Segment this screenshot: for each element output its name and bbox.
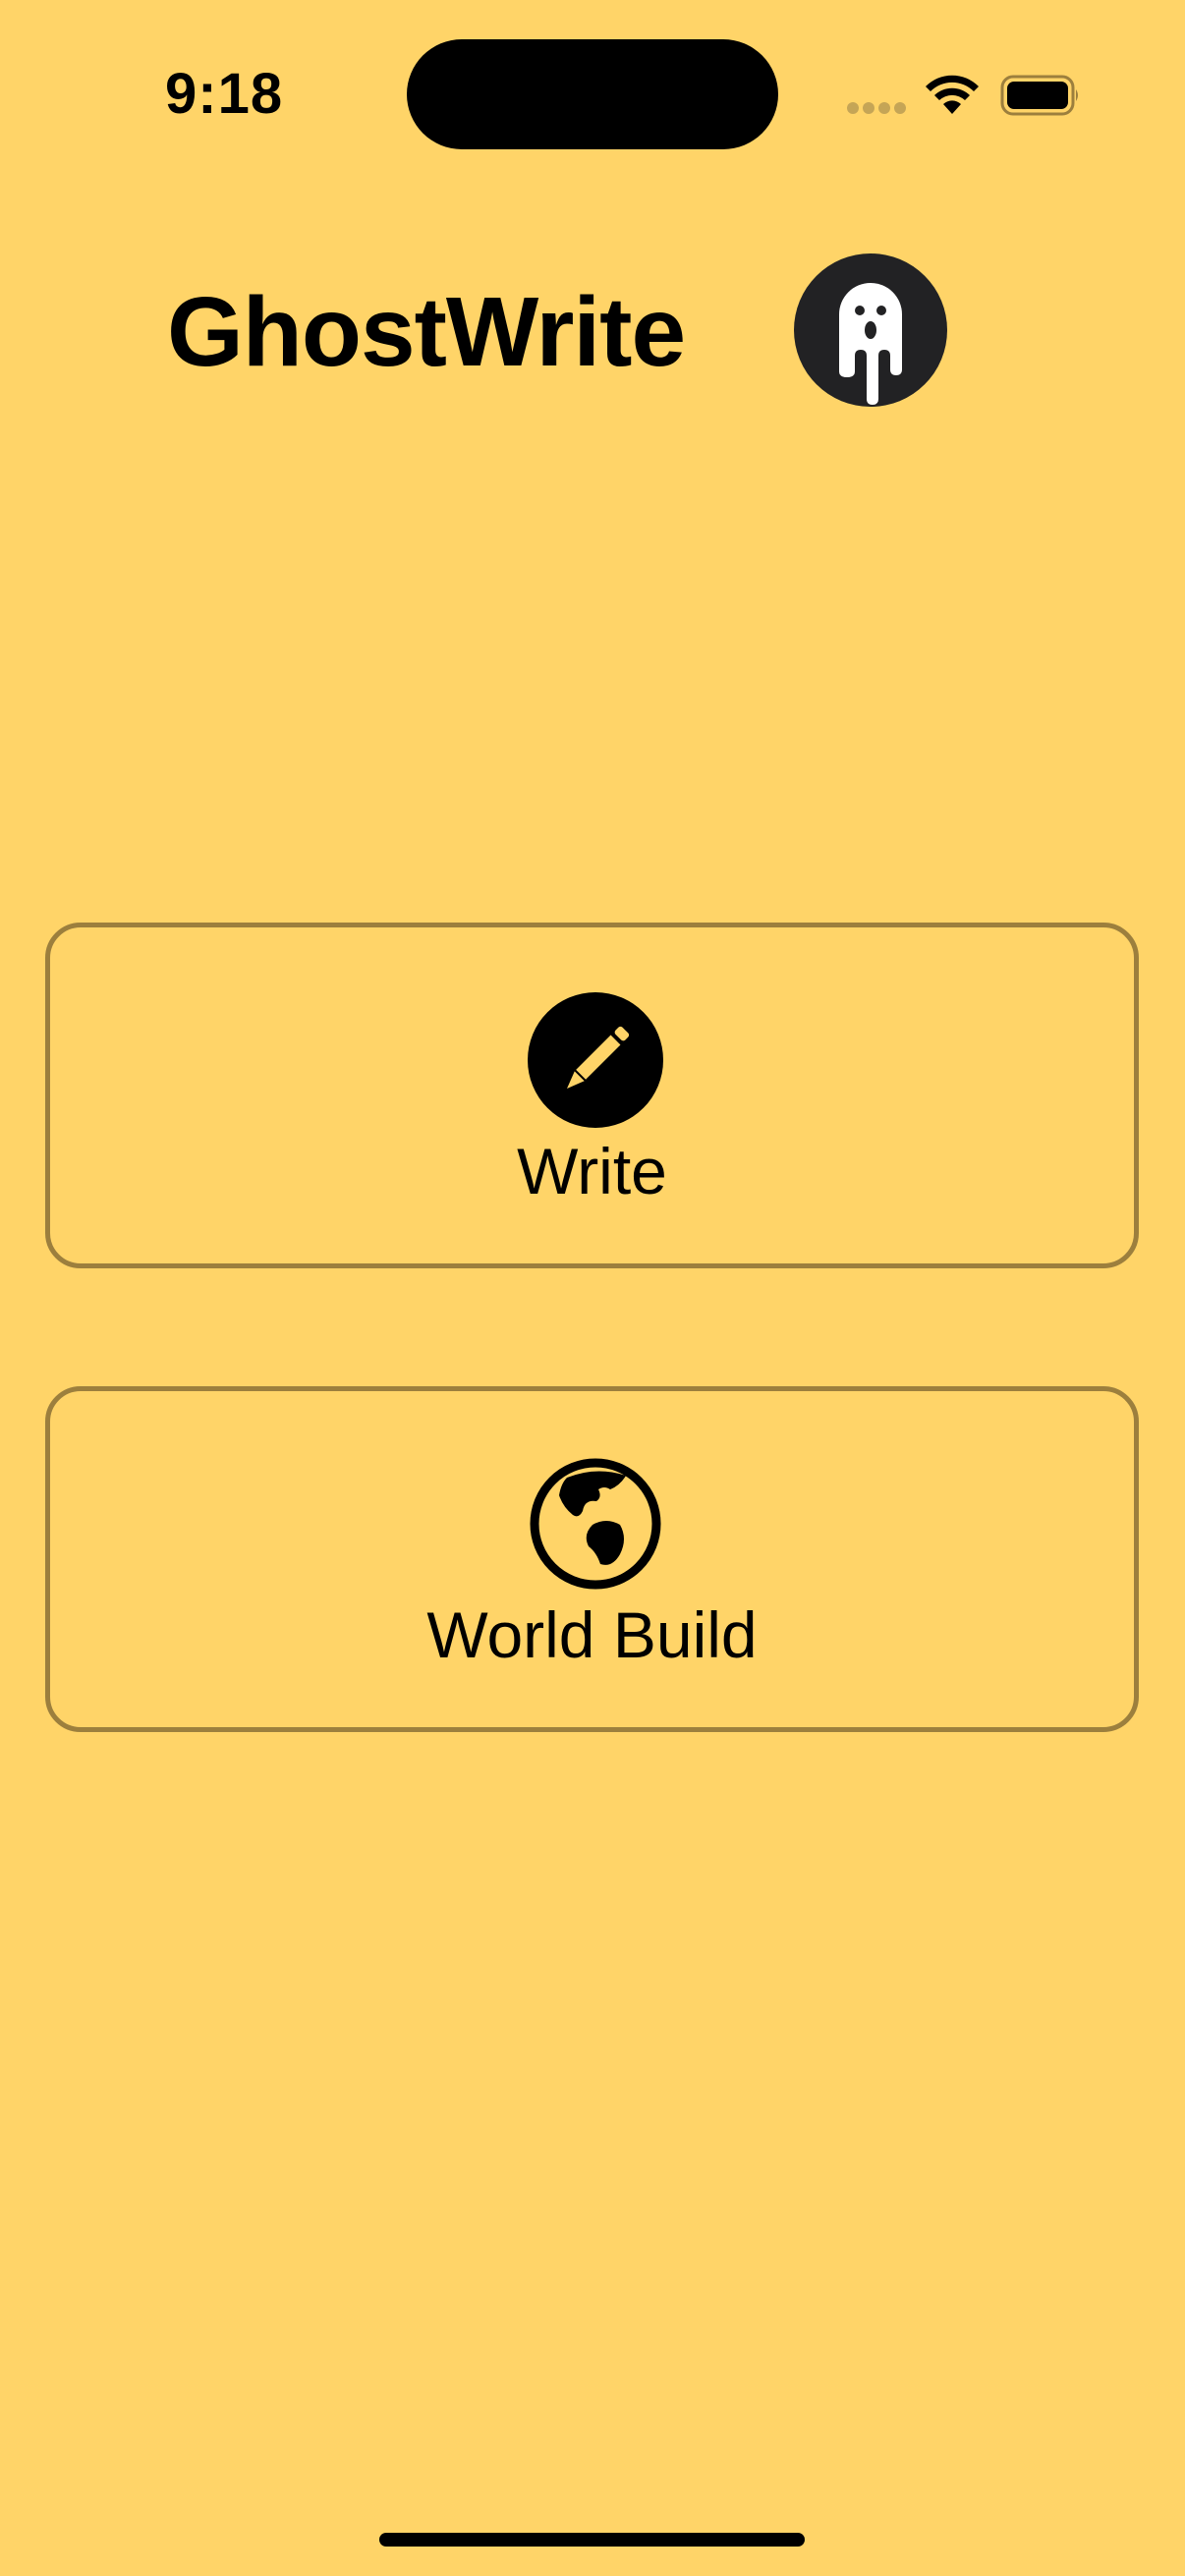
ghost-icon[interactable] — [794, 253, 947, 407]
dynamic-island — [407, 39, 778, 149]
pencil-icon — [528, 992, 663, 1128]
wifi-icon — [926, 75, 979, 114]
globe-icon — [530, 1458, 661, 1590]
signal-dots-icon — [847, 102, 906, 114]
status-time: 9:18 — [165, 62, 284, 126]
home-indicator[interactable] — [379, 2533, 805, 2547]
write-button[interactable]: Write — [45, 923, 1139, 1268]
write-label: Write — [517, 1135, 667, 1207]
world-build-label: World Build — [426, 1598, 758, 1671]
battery-icon — [1000, 75, 1078, 116]
app-title: GhostWrite — [167, 277, 686, 387]
world-build-button[interactable]: World Build — [45, 1386, 1139, 1732]
